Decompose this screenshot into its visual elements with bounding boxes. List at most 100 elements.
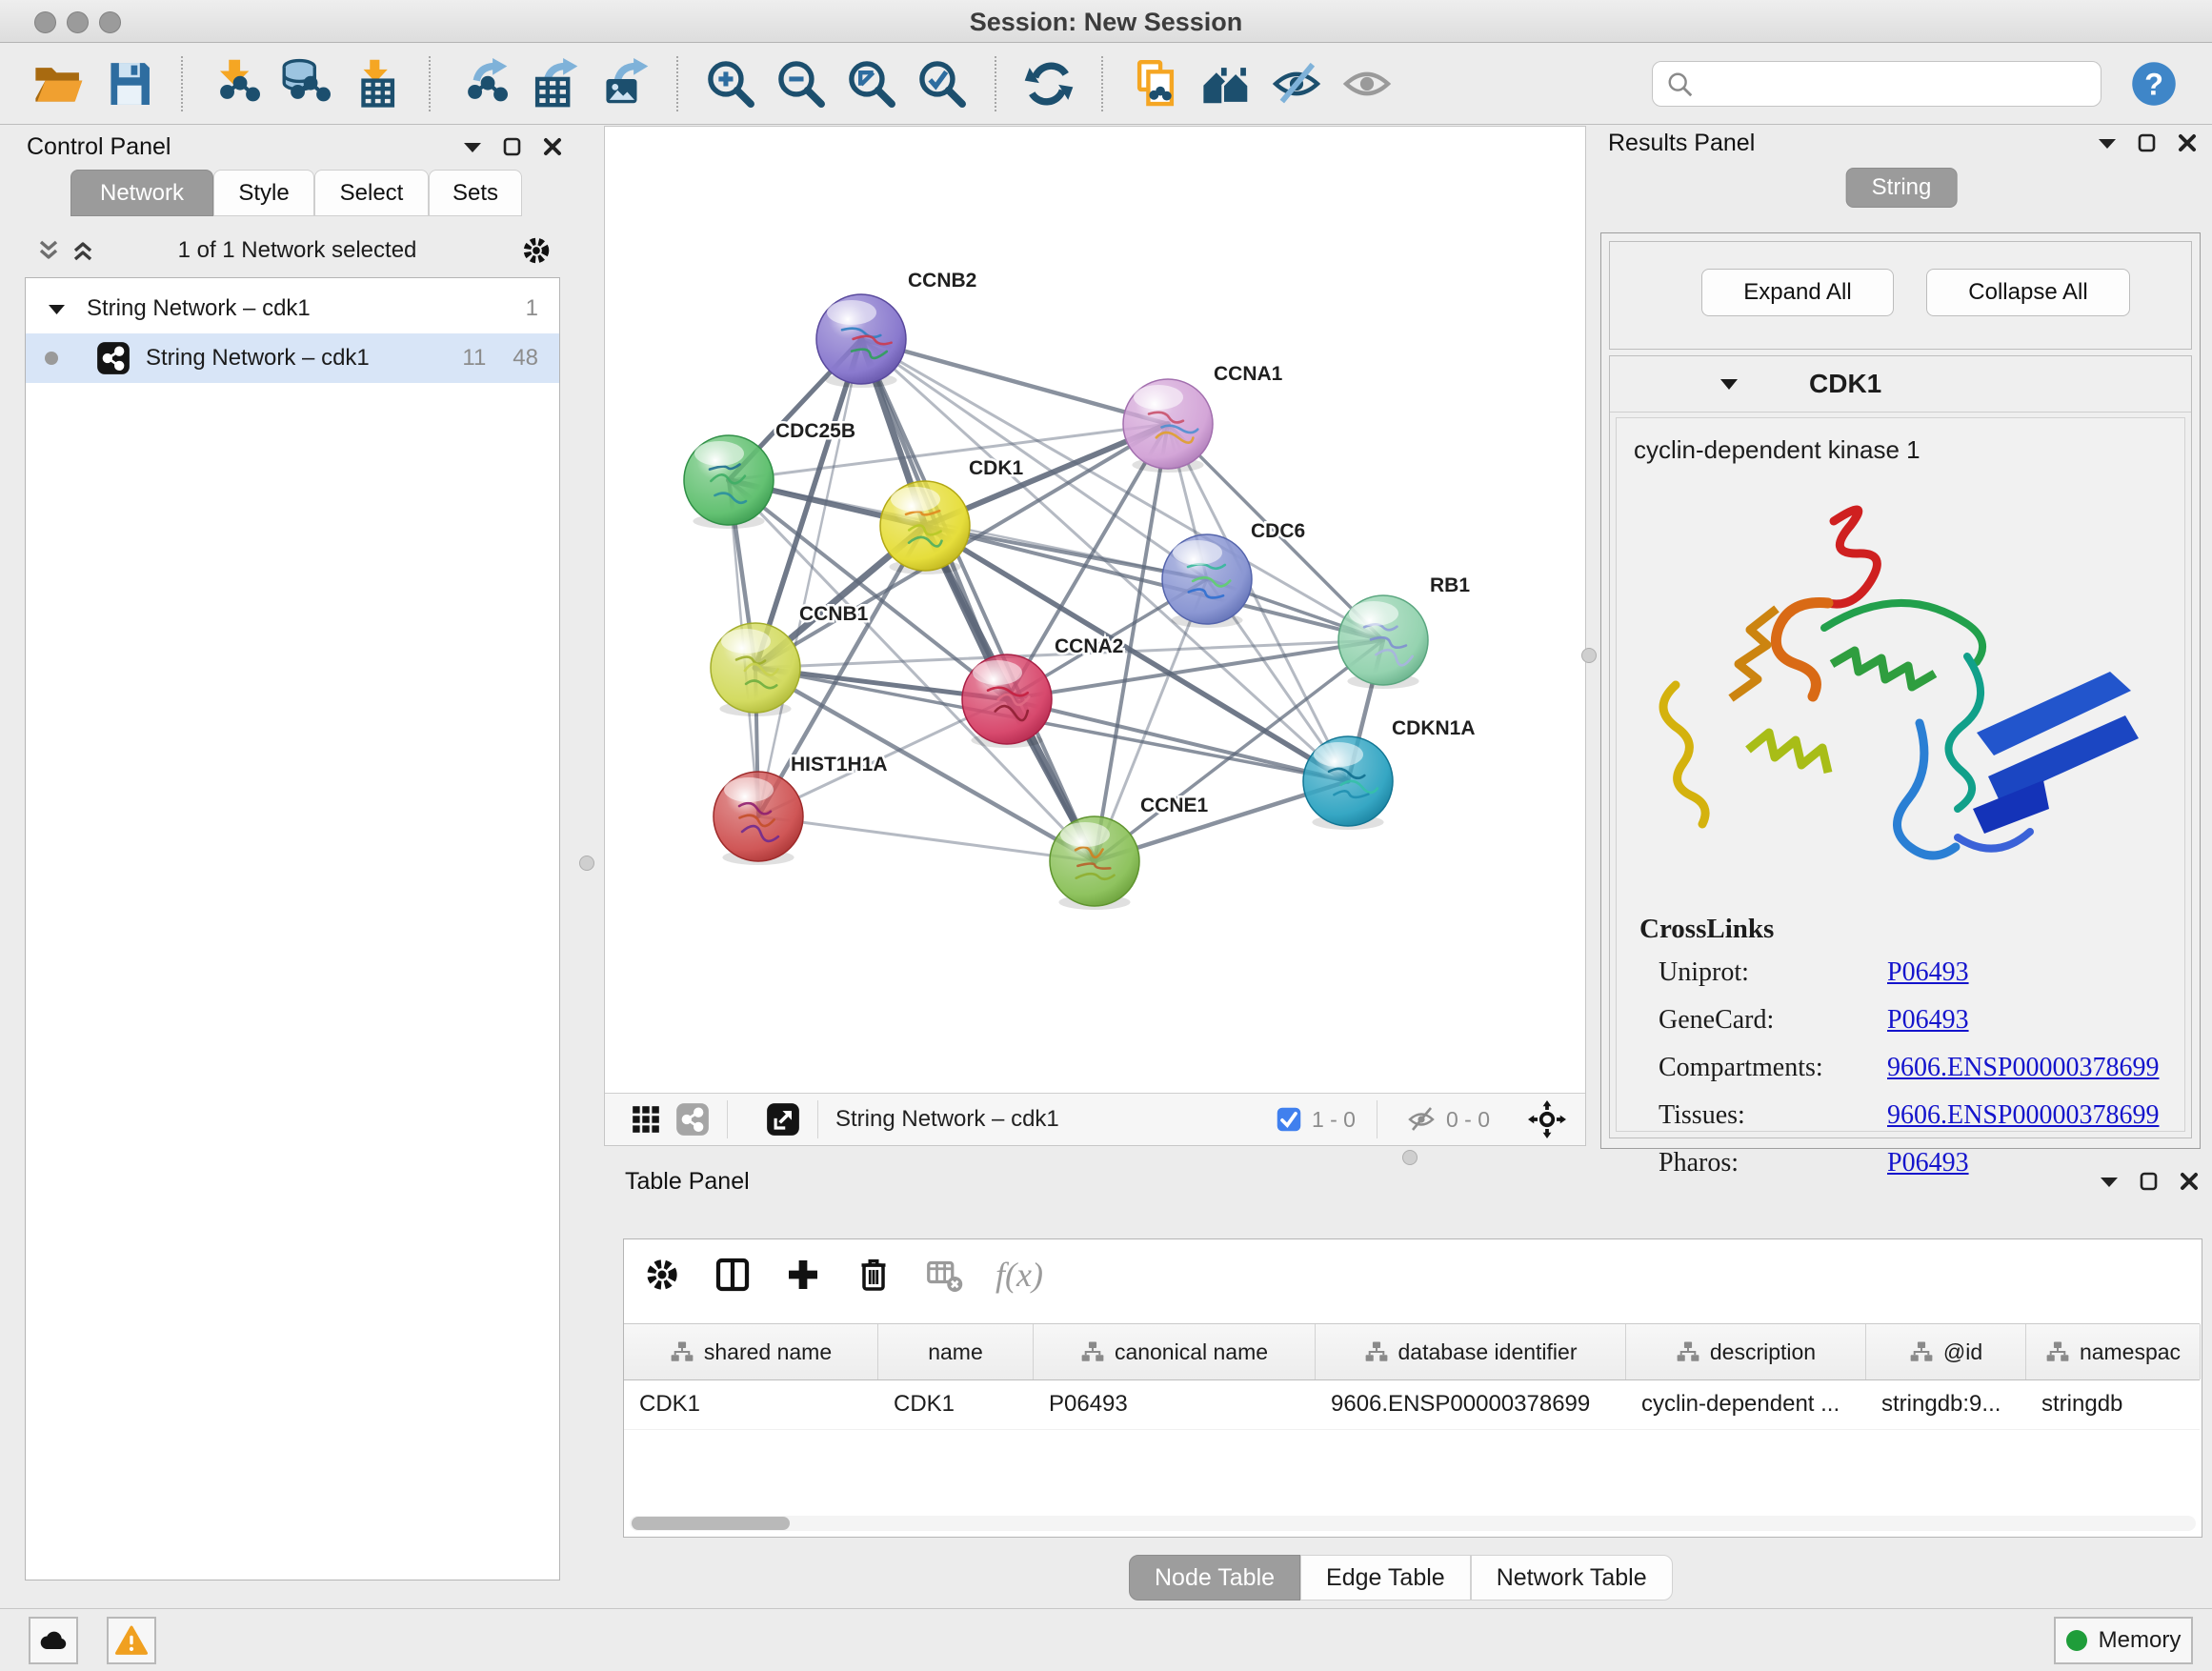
open-session-button[interactable] [29,53,88,114]
network-node-CDC6[interactable]: CDC6 [1162,520,1305,628]
table-panel: Table Panel f [615,1164,2208,1602]
panel-menu-icon[interactable] [463,140,482,153]
panel-menu-icon[interactable] [2100,1175,2119,1188]
collapse-all-button[interactable]: Collapse All [1926,269,2130,316]
grid-view-icon[interactable] [630,1103,662,1136]
cloud-status-button[interactable] [29,1617,78,1664]
horizontal-scrollbar-track[interactable] [630,1516,2196,1531]
results-panel-title: Results Panel [1608,130,1755,157]
right-splitter-handle[interactable] [1581,648,1597,663]
expand-all-button[interactable]: Expand All [1701,269,1894,316]
crosslink-value-link[interactable]: P06493 [1887,1005,1969,1036]
tree-expander-icon[interactable] [49,303,66,315]
column-header-description[interactable]: description [1626,1324,1866,1379]
float-panel-icon[interactable] [503,137,522,156]
zoom-out-button[interactable] [772,53,831,114]
table-row[interactable]: CDK1CDK1P064939606.ENSP00000378699cyclin… [624,1379,2200,1430]
table-cell: stringdb:9... [1866,1379,2026,1429]
hide-selected-button[interactable] [1267,53,1326,114]
close-panel-icon[interactable] [543,137,562,156]
import-table-from-file-button[interactable] [347,53,406,114]
column-header-shared-name[interactable]: shared name [624,1324,878,1379]
clone-network-button[interactable] [1126,53,1185,114]
expand-all-tree-icon[interactable] [70,238,95,263]
warnings-button[interactable] [107,1617,156,1664]
close-panel-icon[interactable] [2178,133,2197,152]
float-panel-icon[interactable] [2138,133,2157,152]
network-node-RB1[interactable]: RB1 [1338,574,1470,689]
column-header-name[interactable]: name [878,1324,1034,1379]
export-network-icon [457,58,509,110]
memory-ok-dot [2066,1630,2087,1651]
network-view-toolbar: String Network – cdk1 1 - 0 0 - 0 [605,1093,1585,1145]
zoom-in-button[interactable] [701,53,760,114]
birdseye-view-icon[interactable] [675,1102,710,1137]
close-panel-icon[interactable] [2180,1172,2199,1191]
network-edges [729,339,1383,861]
tab-network-table[interactable]: Network Table [1471,1555,1673,1601]
toolbar-separator [676,56,678,111]
hide-selected-icon [1271,58,1322,110]
panel-menu-icon[interactable] [2098,136,2117,150]
left-splitter-handle[interactable] [579,856,594,871]
float-panel-icon[interactable] [2140,1172,2159,1191]
zoom-fit-content-button[interactable] [842,53,901,114]
column-header-@id[interactable]: @id [1866,1324,2026,1379]
collection-count: 1 [526,295,538,322]
collapse-all-tree-icon[interactable] [36,238,61,263]
export-image-icon [598,58,650,110]
protein-section: CDK1 cyclin-dependent kinase 1 [1609,355,2192,1138]
table-gear-icon[interactable] [643,1256,681,1294]
crosslink-value-link[interactable]: 9606.ENSP00000378699 [1887,1100,2159,1131]
selected-checkbox-icon[interactable] [1276,1106,1302,1133]
network-node-CDKN1A[interactable]: CDKN1A [1303,717,1476,830]
network-options-gear-icon[interactable] [520,234,553,267]
export-network-button[interactable] [453,53,513,114]
zoom-selected-region-button[interactable] [913,53,972,114]
column-header-canonical-name[interactable]: canonical name [1034,1324,1316,1379]
network-node-CCNB1[interactable]: CCNB1 [711,603,869,716]
export-table-button[interactable] [524,53,583,114]
protein-section-header[interactable]: CDK1 [1610,356,2191,413]
crosslink-value-link[interactable]: 9606.ENSP00000378699 [1887,1053,2159,1083]
network-row-selected[interactable]: String Network – cdk1 11 48 [26,333,559,383]
network-status-dot [45,352,58,365]
memory-status-button[interactable]: Memory [2054,1617,2193,1664]
network-node-CCNA1[interactable]: CCNA1 [1123,363,1283,473]
column-type-icon [670,1339,694,1364]
horizontal-splitter-handle[interactable] [1402,1150,1418,1165]
import-network-from-database-button[interactable] [276,53,335,114]
save-session-button[interactable] [99,53,158,114]
tab-node-table[interactable]: Node Table [1129,1555,1300,1601]
show-all-button[interactable] [1337,53,1397,114]
import-network-from-file-button[interactable] [206,53,265,114]
open-in-window-icon[interactable] [766,1102,800,1137]
first-neighbors-button[interactable] [1196,53,1256,114]
help-button[interactable]: ? [2124,53,2183,114]
crosslink-value-link[interactable]: P06493 [1887,957,1969,988]
search-input[interactable] [1702,66,2087,100]
apply-preferred-layout-button[interactable] [1019,53,1078,114]
column-header-database-identifier[interactable]: database identifier [1316,1324,1626,1379]
network-node-CDK1[interactable]: CDK1 [880,457,1023,574]
column-header-namespac[interactable]: namespac [2026,1324,2201,1379]
network-collection-row[interactable]: String Network – cdk1 1 [26,286,559,332]
tab-sets[interactable]: Sets [429,170,522,216]
horizontal-scrollbar-thumb[interactable] [632,1517,790,1530]
network-node-HIST1H1A[interactable]: HIST1H1A [714,754,888,865]
crosslink-row: GeneCard:P06493 [1659,1005,2173,1036]
results-panel: Results Panel String Expand All Collapse… [1597,126,2206,1143]
tab-style[interactable]: Style [213,170,314,216]
tab-select[interactable]: Select [314,170,429,216]
crosslink-row: Compartments:9606.ENSP00000378699 [1659,1053,2173,1083]
tab-edge-table[interactable]: Edge Table [1300,1555,1471,1601]
show-columns-icon[interactable] [714,1256,752,1294]
export-image-button[interactable] [594,53,654,114]
delete-column-icon[interactable] [855,1256,893,1294]
pan-crosshair-icon[interactable] [1528,1100,1566,1138]
tab-network[interactable]: Network [70,170,213,216]
network-canvas[interactable]: CCNB2CCNA1CDC25BCDK1CDC6RB1CCNB1CCNA2CDK… [605,127,1585,1093]
create-column-icon[interactable] [784,1256,822,1294]
results-tab-string[interactable]: String [1846,168,1958,208]
section-expander-icon[interactable] [1720,377,1739,391]
